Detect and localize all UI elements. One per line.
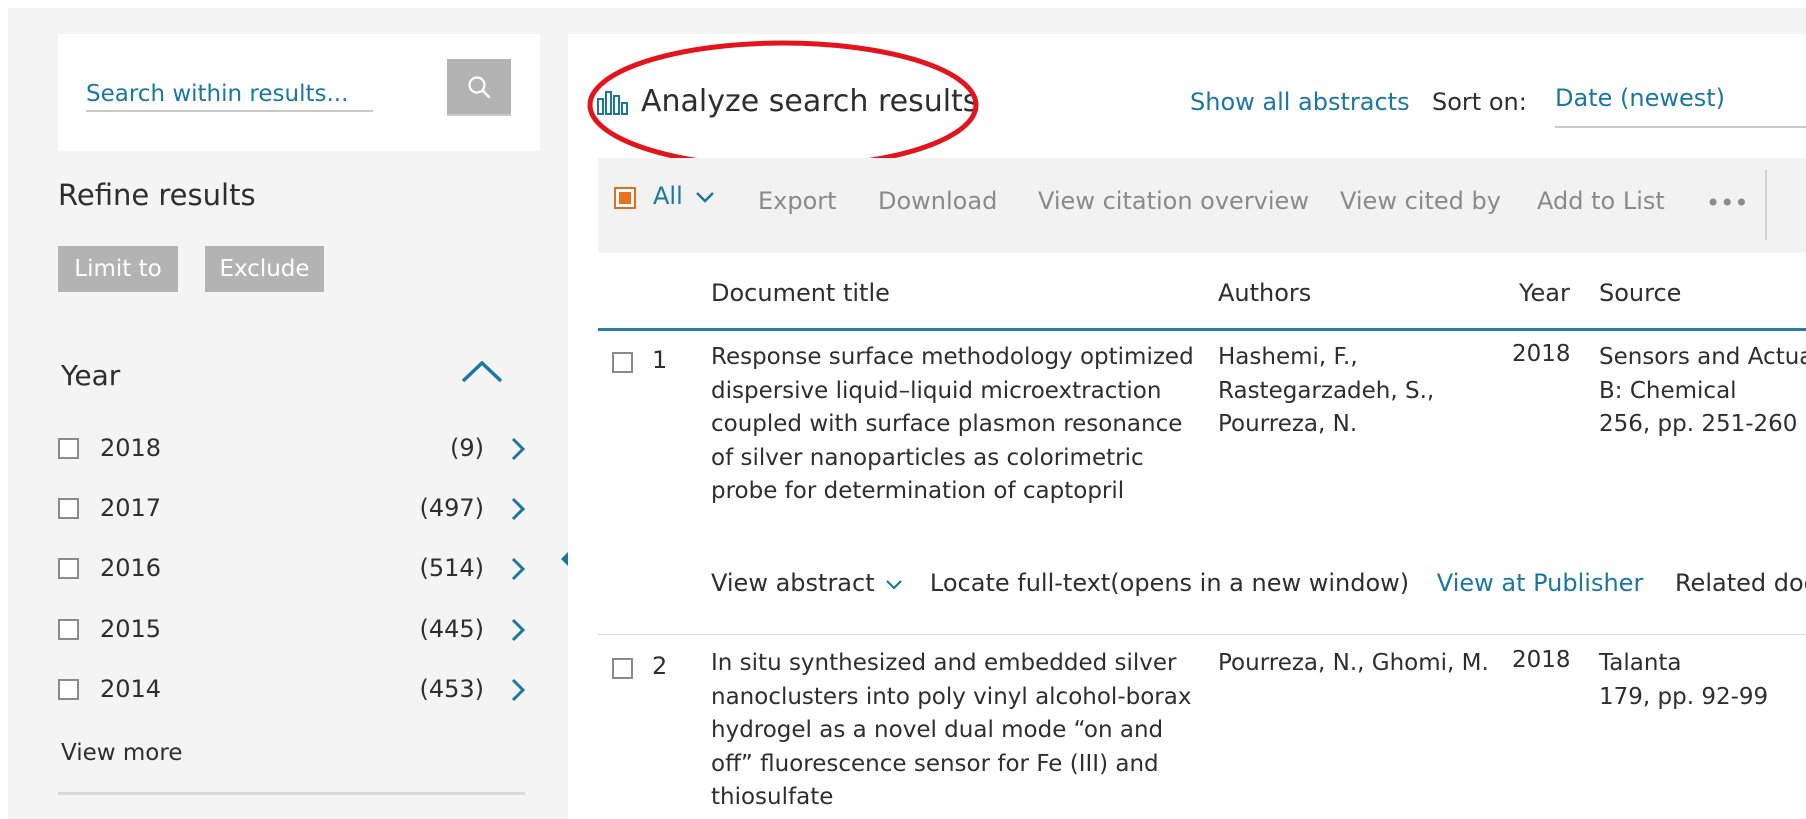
chevron-up-icon[interactable]	[459, 357, 505, 391]
source-cell: Sensors and Actua B: Chemical 256, pp. 2…	[1599, 341, 1806, 442]
sort-label: Sort on:	[1432, 88, 1527, 116]
search-within-box	[58, 34, 540, 151]
document-title-link[interactable]: In situ synthesized and embedded silver …	[711, 647, 1201, 815]
chevron-right-icon[interactable]	[508, 616, 528, 644]
view-cited-by-button[interactable]: View cited by	[1340, 187, 1501, 215]
row-checkbox[interactable]	[612, 352, 633, 373]
chevron-right-icon[interactable]	[508, 555, 528, 583]
sort-select[interactable]: Date (newest)	[1555, 84, 1725, 112]
year-label: 2018	[100, 434, 162, 462]
refine-results-title: Refine results	[58, 178, 256, 212]
year-facet-row[interactable]: 2018 (9)	[58, 434, 528, 470]
sort-underline	[1555, 126, 1806, 128]
year-count: (9)	[450, 434, 484, 462]
view-abstract-label: View abstract	[711, 569, 875, 597]
year-checkbox[interactable]	[58, 679, 79, 700]
year-facet-row[interactable]: 2017 (497)	[58, 494, 528, 530]
year-count: (497)	[419, 494, 484, 522]
view-citation-overview-button[interactable]: View citation overview	[1038, 187, 1309, 215]
download-button[interactable]: Download	[878, 187, 997, 215]
row-number: 1	[652, 346, 668, 374]
search-button[interactable]	[447, 59, 511, 116]
select-all-label: All	[653, 182, 683, 210]
year-count: (445)	[419, 615, 484, 643]
more-options-icon[interactable]: •••	[1706, 189, 1748, 217]
year-label: 2016	[100, 554, 162, 582]
authors-link[interactable]: Hashemi, F., Rastegarzadeh, S., Pourreza…	[1218, 341, 1498, 442]
search-within-input[interactable]	[86, 78, 373, 112]
show-all-abstracts-link[interactable]: Show all abstracts	[1190, 88, 1410, 116]
chevron-right-icon[interactable]	[508, 495, 528, 523]
year-facet-row[interactable]: 2014 (453)	[58, 675, 528, 711]
year-label: 2017	[100, 494, 162, 522]
source-volume: 179, pp. 92-99	[1599, 683, 1769, 710]
col-header-year[interactable]: Year	[1519, 279, 1570, 307]
year-checkbox[interactable]	[58, 619, 79, 640]
year-label: 2014	[100, 675, 162, 703]
year-facet-row[interactable]: 2015 (445)	[58, 615, 528, 651]
year-checkbox[interactable]	[58, 498, 79, 519]
toolbar-separator	[1765, 170, 1767, 240]
source-subtitle[interactable]: B: Chemical	[1599, 375, 1806, 409]
authors-link[interactable]: Pourreza, N., Ghomi, M.	[1218, 647, 1498, 681]
chevron-right-icon[interactable]	[508, 435, 528, 463]
col-header-source[interactable]: Source	[1599, 279, 1681, 307]
search-icon	[468, 75, 491, 98]
source-title-link[interactable]: Sensors and Actua	[1599, 341, 1806, 375]
year-count: (514)	[419, 554, 484, 582]
row-checkbox[interactable]	[612, 658, 633, 679]
col-header-authors[interactable]: Authors	[1218, 279, 1311, 307]
limit-to-button[interactable]: Limit to	[58, 246, 178, 292]
view-abstract-link[interactable]: View abstract	[711, 569, 904, 597]
row-number: 2	[652, 652, 668, 680]
year-cell: 2018	[1512, 647, 1571, 673]
add-to-list-button[interactable]: Add to List	[1537, 187, 1665, 215]
source-title-link[interactable]: Talanta	[1599, 647, 1768, 681]
year-cell: 2018	[1512, 341, 1571, 367]
exclude-button[interactable]: Exclude	[205, 246, 324, 292]
view-more-link[interactable]: View more	[61, 740, 182, 766]
source-volume: 256, pp. 251-260	[1599, 411, 1798, 437]
select-all-checkbox[interactable]	[614, 187, 636, 209]
view-at-publisher-link[interactable]: View at Publisher	[1437, 569, 1644, 597]
chevron-down-icon	[696, 192, 715, 203]
source-cell: Talanta 179, pp. 92-99	[1599, 647, 1768, 714]
related-documents-link[interactable]: Related docum	[1675, 569, 1806, 597]
divider	[58, 792, 525, 795]
row-divider	[598, 634, 1806, 635]
row-actions: View abstract Locate full-text(opens in …	[711, 569, 1806, 597]
year-facet-title: Year	[61, 359, 121, 392]
select-all-dropdown[interactable]: All	[653, 182, 716, 210]
year-label: 2015	[100, 615, 162, 643]
export-button[interactable]: Export	[758, 187, 837, 215]
year-facet-row[interactable]: 2016 (514)	[58, 554, 528, 590]
year-checkbox[interactable]	[58, 438, 79, 459]
year-checkbox[interactable]	[58, 558, 79, 579]
header-rule	[598, 328, 1806, 331]
document-title-link[interactable]: Response surface methodology optimized d…	[711, 341, 1201, 509]
locate-full-text-link[interactable]: Locate full-text(opens in a new window)	[930, 569, 1409, 597]
col-header-title[interactable]: Document title	[711, 279, 890, 307]
year-count: (453)	[419, 675, 484, 703]
chevron-right-icon[interactable]	[508, 676, 528, 704]
chevron-down-icon	[886, 580, 903, 590]
